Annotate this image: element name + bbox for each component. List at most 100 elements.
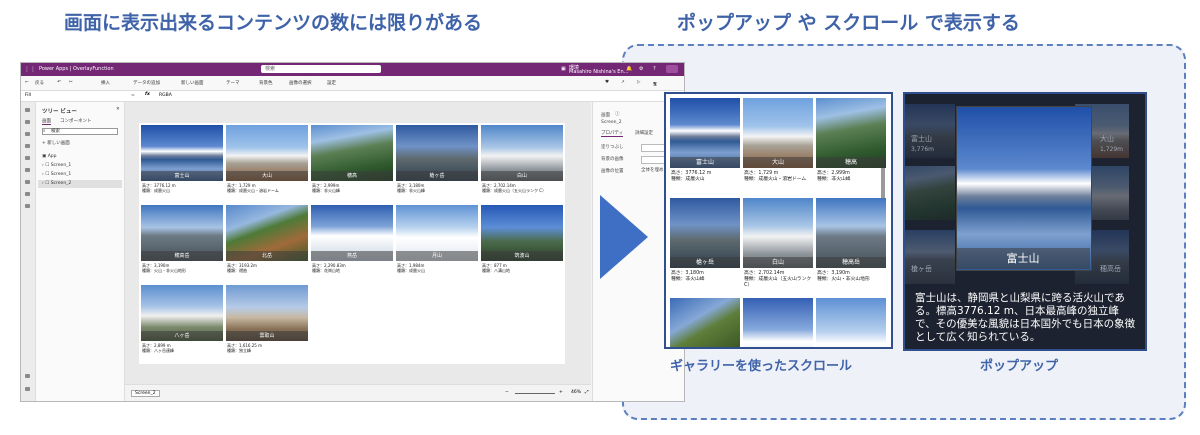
app-checker-icon[interactable]: ♥ [605, 80, 609, 85]
bg-tile-label: 穂高岳 [1100, 265, 1121, 273]
settings-gear-icon[interactable] [25, 374, 30, 378]
gallery-item[interactable]: 大山 [226, 125, 308, 181]
toolbar-add-data[interactable]: データの追加 [133, 80, 160, 86]
data-icon[interactable] [25, 144, 30, 148]
gallery-item[interactable]: 槍ヶ岳 [670, 198, 740, 268]
screen-tab[interactable]: Screen_2 [131, 390, 160, 397]
back-icon[interactable]: ← [25, 80, 29, 85]
app-screen[interactable]: 富士山高さ：3776.12 m 種類：成層火山 大山高さ：1,729 m 種類：成層火… [139, 123, 565, 364]
fit-icon[interactable]: ⤢ [585, 389, 589, 395]
toolbar-insert[interactable]: 挿入 [101, 80, 110, 86]
tree-item-app[interactable]: ▣ App [42, 154, 56, 159]
mountain-meta: 高さ：1,984m 種類：成層火山 [397, 263, 425, 273]
gallery-item[interactable]: 大山 [743, 98, 813, 168]
popup-panel: 富士山 3,776m 大山 1,729m 槍ヶ岳 穂高岳 富士山 富士山は、静岡… [903, 92, 1147, 351]
gallery-item[interactable]: 穂高 [311, 125, 393, 181]
formula-input[interactable]: RGBA [159, 93, 172, 98]
gallery-item[interactable] [670, 298, 740, 347]
share-icon[interactable]: ↗ [621, 80, 625, 85]
heading-left: 画面に表示出来るコンテンツの数には限りがある [64, 12, 483, 34]
toolbar-background[interactable]: 背景色 [259, 80, 273, 86]
back-label[interactable]: 戻る [35, 80, 44, 86]
mountain-type: 種類：非火山峰 [817, 177, 851, 182]
undo-icon[interactable]: ↶ [57, 80, 61, 85]
app-launcher-icon[interactable]: ⋮⋮ [24, 66, 36, 73]
gallery-item[interactable]: 燕岳 [311, 205, 393, 261]
fx-icon: fx [145, 92, 150, 97]
gallery-item[interactable]: 穂高岳 [141, 205, 223, 261]
gallery-item[interactable]: 八ヶ岳 [141, 285, 223, 341]
toolbar-new-screen[interactable]: 新しい画面 [181, 80, 204, 86]
tools-icon[interactable] [25, 192, 30, 196]
title-search-input[interactable]: 検索 [261, 65, 381, 73]
arrow-right-icon [600, 195, 648, 279]
gallery-item[interactable]: 白山 [743, 198, 813, 268]
zoom-slider[interactable] [515, 393, 555, 394]
tree-item-screen-selected[interactable]: › ☐ Screen_2 [42, 181, 71, 186]
tree-item-screen[interactable]: › ☐ Screen_1 [42, 163, 71, 168]
props-row-bgimage: 背景の画像 [601, 157, 624, 162]
virtual-agent-icon[interactable] [25, 387, 30, 391]
toolbar-theme[interactable]: テーマ [226, 80, 240, 86]
property-select[interactable]: Fill [25, 93, 31, 98]
tree-item-screen[interactable]: › ☐ Screen_1 [42, 172, 71, 177]
mountain-type: 種類：成層火山・溶岩ドーム [744, 177, 807, 182]
cut-icon[interactable]: ✂ [69, 80, 73, 85]
tree-search-icon: ⌕ [43, 129, 46, 134]
props-help-icon[interactable]: ⓘ [615, 111, 620, 117]
left-rail [21, 102, 36, 401]
mountain-type: 種類：花崗山地 [312, 268, 340, 273]
gallery-item[interactable]: 富士山 [670, 98, 740, 168]
zoom-in-icon[interactable]: + [559, 390, 563, 395]
avatar[interactable] [666, 65, 678, 73]
insert-icon[interactable] [25, 132, 30, 136]
menu-icon[interactable] [25, 108, 30, 112]
popup-photo [956, 106, 1092, 271]
mountain-type: 種類：八ヶ岳連峰 [142, 348, 174, 353]
preview-icon[interactable]: ▷ [637, 80, 640, 85]
new-screen-button[interactable]: + 新しい画面 [42, 140, 70, 146]
mountain-type: 種類：成層火山 [671, 177, 705, 182]
gallery-item[interactable] [816, 298, 886, 347]
gallery-item[interactable]: 白山 [481, 125, 563, 181]
mountain-name: 穂高 [816, 157, 886, 168]
mountain-meta: 高さ：3776.12 m 種類：成層火山 [142, 183, 176, 193]
search-icon[interactable] [25, 204, 30, 208]
notification-icon[interactable]: 🔔 [626, 66, 632, 72]
mountain-name: 燕岳 [311, 251, 393, 261]
toolbar-settings[interactable]: 設定 [327, 80, 336, 86]
save-icon[interactable]: 🖫 [653, 80, 657, 88]
gallery-item[interactable]: 雲取山 [226, 285, 308, 341]
tree-view-icon[interactable] [25, 120, 30, 124]
gallery-item[interactable]: 富士山 [141, 125, 223, 181]
gallery-item[interactable]: 穂高 [816, 98, 886, 168]
power-automate-icon[interactable] [25, 168, 30, 172]
gallery-item[interactable]: 筑波山 [481, 205, 563, 261]
tab-components[interactable]: コンポーネント [60, 118, 92, 124]
toolbar-image[interactable]: 画像の選択 [289, 80, 312, 86]
tree-search-input[interactable]: 検索 [42, 128, 118, 135]
mountain-meta: 高さ：3776.12 m 種類：成層火山 [671, 171, 741, 183]
props-tab-properties[interactable]: プロパティ [601, 130, 624, 137]
help-icon[interactable]: ? [653, 66, 656, 72]
tab-screens[interactable]: 画面 [42, 118, 51, 125]
props-tab-advanced[interactable]: 詳細設定 [635, 130, 653, 136]
props-label: 画面 [601, 113, 610, 118]
mountain-meta: 高さ：1,729 m 種類：成層火山・溶岩ドーム [227, 183, 279, 193]
zoom-out-icon[interactable]: − [505, 390, 509, 395]
settings-icon[interactable]: ⚙ [639, 66, 643, 72]
media-icon[interactable] [25, 156, 30, 160]
mountain-meta: 高さ：3,180m 種類：非火山峰 [671, 271, 741, 283]
scroll-gallery[interactable]: 富士山 高さ：3776.12 m 種類：成層火山 大山 高さ：1,729 m 種類：成層火… [664, 92, 893, 349]
gallery-item[interactable]: 穂高岳 [816, 198, 886, 268]
gallery-item[interactable]: 北岳 [226, 205, 308, 261]
mountain-meta: 高さ：3,190m 種類：火山・非火山地形 [142, 263, 186, 273]
gallery-item[interactable] [743, 298, 813, 347]
formula-bar: Fill = fx RGBA [21, 91, 684, 102]
mountain-type: 種類：成層火山・溶岩ドーム [227, 188, 279, 193]
gallery-item[interactable]: 槍ヶ岳 [396, 125, 478, 181]
variables-icon[interactable] [25, 180, 30, 184]
close-icon[interactable]: ✕ [116, 107, 120, 112]
gallery-item[interactable]: 月山 [396, 205, 478, 261]
props-row-imgpos: 画像の位置 [601, 169, 624, 174]
